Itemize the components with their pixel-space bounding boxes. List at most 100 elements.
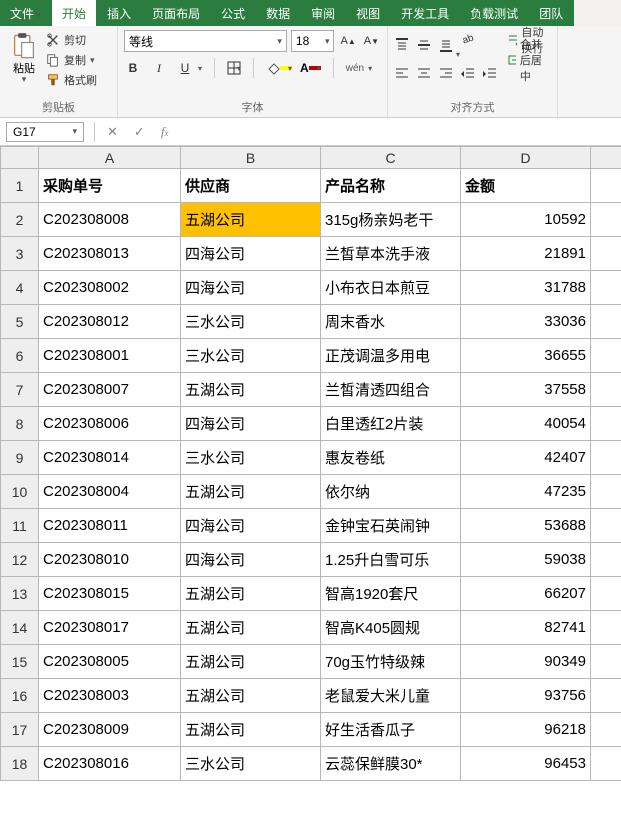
cell-A3[interactable]: C202308013 — [39, 237, 181, 271]
row-header-7[interactable]: 7 — [1, 373, 39, 407]
increase-indent-button[interactable] — [482, 66, 498, 82]
cell-A13[interactable]: C202308015 — [39, 577, 181, 611]
cut-button[interactable]: 剪切 — [46, 30, 97, 50]
cell-extra[interactable] — [591, 305, 621, 339]
cancel-formula-button[interactable]: ✕ — [99, 124, 126, 140]
cell-C7[interactable]: 兰皙清透四组合 — [321, 373, 461, 407]
cell-A2[interactable]: C202308008 — [39, 203, 181, 237]
row-header-17[interactable]: 17 — [1, 713, 39, 747]
cell-C18[interactable]: 云蕊保鲜膜30* — [321, 747, 461, 781]
cell-D17[interactable]: 96218 — [461, 713, 591, 747]
cell-D8[interactable]: 40054 — [461, 407, 591, 441]
cell-extra[interactable] — [591, 339, 621, 373]
align-right-button[interactable] — [438, 66, 454, 82]
row-header-15[interactable]: 15 — [1, 645, 39, 679]
cell-A17[interactable]: C202308009 — [39, 713, 181, 747]
cell-extra[interactable] — [591, 441, 621, 475]
cell-B12[interactable]: 四海公司 — [181, 543, 321, 577]
col-header-A[interactable]: A — [39, 147, 181, 169]
row-header-5[interactable]: 5 — [1, 305, 39, 339]
cell-B11[interactable]: 四海公司 — [181, 509, 321, 543]
cell-A8[interactable]: C202308006 — [39, 407, 181, 441]
row-header-13[interactable]: 13 — [1, 577, 39, 611]
cell-A11[interactable]: C202308011 — [39, 509, 181, 543]
font-size-select[interactable]: 18▾ — [291, 30, 335, 52]
cell-extra[interactable] — [591, 543, 621, 577]
formula-input[interactable] — [176, 122, 621, 142]
cell-D18[interactable]: 96453 — [461, 747, 591, 781]
cell-A10[interactable]: C202308004 — [39, 475, 181, 509]
cell-B10[interactable]: 五湖公司 — [181, 475, 321, 509]
name-box[interactable]: G17▾ — [6, 122, 84, 142]
row-header-12[interactable]: 12 — [1, 543, 39, 577]
cell-C13[interactable]: 智高1920套尺 — [321, 577, 461, 611]
tab-insert[interactable]: 插入 — [97, 0, 142, 26]
cell-D4[interactable]: 31788 — [461, 271, 591, 305]
italic-button[interactable]: I — [150, 61, 168, 76]
cell-A4[interactable]: C202308002 — [39, 271, 181, 305]
tab-formula[interactable]: 公式 — [211, 0, 256, 26]
row-header-16[interactable]: 16 — [1, 679, 39, 713]
cell-extra[interactable] — [591, 509, 621, 543]
cell-C4[interactable]: 小布衣日本煎豆 — [321, 271, 461, 305]
cell-B3[interactable]: 四海公司 — [181, 237, 321, 271]
cell-B9[interactable]: 三水公司 — [181, 441, 321, 475]
cell-D3[interactable]: 21891 — [461, 237, 591, 271]
align-left-button[interactable] — [394, 66, 410, 82]
cell-extra[interactable] — [591, 611, 621, 645]
cell-D6[interactable]: 36655 — [461, 339, 591, 373]
cell-extra[interactable] — [591, 679, 621, 713]
tab-dev[interactable]: 开发工具 — [391, 0, 460, 26]
cell-D12[interactable]: 59038 — [461, 543, 591, 577]
cell-D14[interactable]: 82741 — [461, 611, 591, 645]
cell-C10[interactable]: 依尔纳 — [321, 475, 461, 509]
cell-D13[interactable]: 66207 — [461, 577, 591, 611]
select-all-corner[interactable] — [1, 147, 39, 169]
tab-view[interactable]: 视图 — [346, 0, 391, 26]
cell-C9[interactable]: 惠友卷纸 — [321, 441, 461, 475]
row-header-11[interactable]: 11 — [1, 509, 39, 543]
spreadsheet[interactable]: ABCD1采购单号供应商产品名称金额2C202308008五湖公司315g杨亲妈… — [0, 146, 621, 781]
bold-button[interactable]: B — [124, 61, 142, 75]
cell-A7[interactable]: C202308007 — [39, 373, 181, 407]
header-cell-D[interactable]: 金额 — [461, 169, 591, 203]
header-cell-B[interactable]: 供应商 — [181, 169, 321, 203]
align-bottom-button[interactable] — [438, 37, 454, 53]
cell-B17[interactable]: 五湖公司 — [181, 713, 321, 747]
cell-D9[interactable]: 42407 — [461, 441, 591, 475]
header-cell-A[interactable]: 采购单号 — [39, 169, 181, 203]
cell-A9[interactable]: C202308014 — [39, 441, 181, 475]
cell-extra[interactable] — [591, 577, 621, 611]
cell-C3[interactable]: 兰皙草本洗手液 — [321, 237, 461, 271]
row-header-14[interactable]: 14 — [1, 611, 39, 645]
cell-A15[interactable]: C202308005 — [39, 645, 181, 679]
increase-font-button[interactable]: A▲ — [338, 35, 357, 47]
row-header-8[interactable]: 8 — [1, 407, 39, 441]
cell-C2[interactable]: 315g杨亲妈老干 — [321, 203, 461, 237]
decrease-indent-button[interactable] — [460, 66, 476, 82]
cell-extra[interactable] — [591, 645, 621, 679]
cell-C12[interactable]: 1.25升白雪可乐 — [321, 543, 461, 577]
cell-extra[interactable] — [591, 237, 621, 271]
cell-C15[interactable]: 70g玉竹特级辣 — [321, 645, 461, 679]
chevron-down-icon[interactable]: ▾ — [198, 64, 202, 73]
cell-extra[interactable] — [591, 713, 621, 747]
col-header-extra[interactable] — [591, 147, 621, 169]
col-header-B[interactable]: B — [181, 147, 321, 169]
cell-extra[interactable] — [591, 407, 621, 441]
align-center-button[interactable] — [416, 66, 432, 82]
cell-extra[interactable] — [591, 203, 621, 237]
cell-B7[interactable]: 五湖公司 — [181, 373, 321, 407]
col-header-D[interactable]: D — [461, 147, 591, 169]
row-header-2[interactable]: 2 — [1, 203, 39, 237]
align-top-button[interactable] — [394, 37, 410, 53]
fx-icon[interactable]: fx — [153, 124, 177, 140]
header-cell-C[interactable]: 产品名称 — [321, 169, 461, 203]
tab-review[interactable]: 审阅 — [301, 0, 346, 26]
cell-D5[interactable]: 33036 — [461, 305, 591, 339]
row-header-6[interactable]: 6 — [1, 339, 39, 373]
col-header-C[interactable]: C — [321, 147, 461, 169]
row-header-10[interactable]: 10 — [1, 475, 39, 509]
orientation-button[interactable]: ab▾ — [460, 30, 476, 60]
row-header-4[interactable]: 4 — [1, 271, 39, 305]
